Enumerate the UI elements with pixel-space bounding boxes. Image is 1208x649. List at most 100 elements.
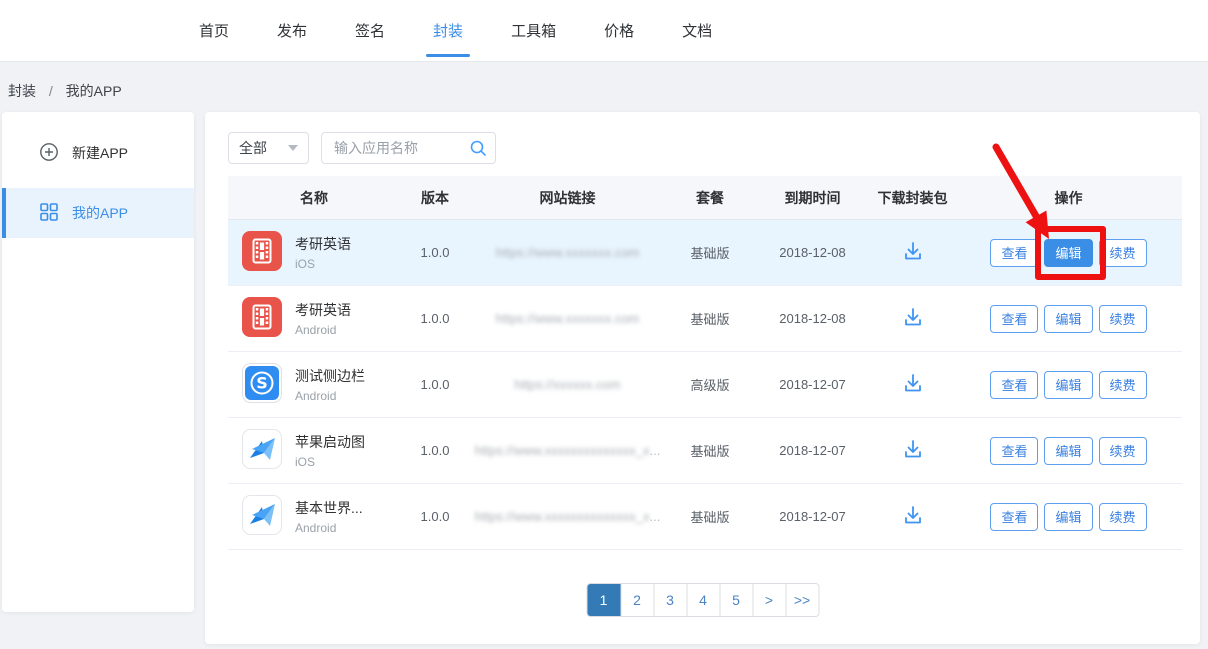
- download-icon[interactable]: [901, 239, 925, 266]
- app-package: 基础版: [665, 507, 755, 526]
- app-link-blurred: https://www.xxxxxxx.com: [496, 311, 640, 326]
- name-cell: 考研英语 Android: [228, 297, 400, 340]
- nav-tab-docs[interactable]: 文档: [682, 0, 712, 61]
- page-button-3[interactable]: 3: [653, 584, 686, 616]
- actions-cell: 查看编辑续费: [955, 371, 1182, 399]
- app-version: 1.0.0: [400, 443, 470, 458]
- actions-cell: 查看编辑续费: [955, 437, 1182, 465]
- name-cell: 基本世界... Android: [228, 495, 400, 538]
- download-icon[interactable]: [901, 437, 925, 464]
- edit-button[interactable]: 编辑: [1044, 239, 1092, 267]
- table-header: 名称版本网站链接套餐到期时间下载封装包操作: [228, 176, 1182, 220]
- app-name: 基本世界...: [295, 498, 363, 518]
- table-row: 苹果启动图iOS1.0.0https://www.xxxxxxxxxxxxxx_…: [228, 418, 1182, 484]
- page-button-2[interactable]: 2: [620, 584, 653, 616]
- download-icon[interactable]: [901, 371, 925, 398]
- breadcrumb: 封装 / 我的APP: [8, 81, 122, 101]
- app-package: 基础版: [665, 243, 755, 262]
- column-header: 操作: [955, 188, 1182, 208]
- app-link-blurred: https://xxxxxx.com: [514, 377, 620, 392]
- nav-tab-package[interactable]: 封装: [433, 0, 463, 61]
- film-red-app-icon: [242, 231, 282, 274]
- app-expire-date: 2018-12-07: [755, 377, 870, 392]
- app-link-cell: https://www.xxxxxxxxxxxxxx_x...: [470, 443, 665, 458]
- page-button-1[interactable]: 1: [587, 584, 620, 616]
- app-expire-date: 2018-12-07: [755, 443, 870, 458]
- edit-button[interactable]: 编辑: [1044, 437, 1092, 465]
- column-header: 下载封装包: [870, 188, 955, 208]
- s-blue-app-icon: S: [242, 363, 282, 406]
- actions-cell: 查看编辑续费: [955, 305, 1182, 333]
- name-cell: S测试侧边栏Android: [228, 363, 400, 406]
- app-table: 名称版本网站链接套餐到期时间下载封装包操作 考研英语iOS1.0.0https:…: [228, 176, 1182, 550]
- app-name: 苹果启动图: [295, 432, 365, 452]
- app-link-cell: https://www.xxxxxxx.com: [470, 245, 665, 260]
- column-header: 版本: [400, 188, 470, 208]
- main-panel: 全部 名称版本网站链接套餐到期时间下载封装包操作 考研英语iOS1.0.0htt…: [205, 112, 1200, 644]
- view-button[interactable]: 查看: [990, 503, 1038, 531]
- nav-tab-home[interactable]: 首页: [199, 0, 229, 61]
- column-header: 网站链接: [470, 188, 665, 208]
- film-red-app-icon: [242, 297, 282, 340]
- view-button[interactable]: 查看: [990, 437, 1038, 465]
- page-button-5[interactable]: 5: [719, 584, 752, 616]
- filter-select-value: 全部: [239, 138, 267, 158]
- column-header: 名称: [228, 188, 400, 208]
- page-button->>[interactable]: >>: [785, 584, 818, 616]
- renew-button[interactable]: 续费: [1099, 239, 1147, 267]
- table-row: 考研英语iOS1.0.0https://www.xxxxxxx.com基础版20…: [228, 220, 1182, 286]
- sidebar-item-label: 我的APP: [72, 203, 128, 223]
- page-button-4[interactable]: 4: [686, 584, 719, 616]
- app-version: 1.0.0: [400, 311, 470, 326]
- app-link-blurred: https://www.xxxxxxxxxxxxxx_x: [475, 509, 650, 524]
- nav-tab-price[interactable]: 价格: [604, 0, 634, 61]
- bird-app-icon: [242, 429, 282, 472]
- download-cell: [870, 503, 955, 530]
- download-icon[interactable]: [901, 503, 925, 530]
- nav-tab-toolbox[interactable]: 工具箱: [511, 0, 556, 61]
- app-platform: Android: [295, 389, 365, 403]
- breadcrumb-item-package[interactable]: 封装: [8, 83, 36, 99]
- bird-app-icon: [242, 495, 282, 538]
- view-button[interactable]: 查看: [990, 371, 1038, 399]
- app-package: 基础版: [665, 309, 755, 328]
- renew-button[interactable]: 续费: [1099, 437, 1147, 465]
- download-icon[interactable]: [901, 305, 925, 332]
- nav-tab-sign[interactable]: 签名: [355, 0, 385, 61]
- app-expire-date: 2018-12-08: [755, 311, 870, 326]
- search-icon[interactable]: [469, 139, 487, 157]
- breadcrumb-item-current: 我的APP: [66, 83, 122, 99]
- actions-cell: 查看编辑续费: [955, 503, 1182, 531]
- edit-button[interactable]: 编辑: [1044, 371, 1092, 399]
- sidebar-item-new-app[interactable]: 新建APP: [2, 124, 194, 182]
- grid-icon: [39, 202, 59, 225]
- nav-tab-publish[interactable]: 发布: [277, 0, 307, 61]
- app-platform: Android: [295, 521, 363, 535]
- view-button[interactable]: 查看: [990, 239, 1038, 267]
- column-header: 套餐: [665, 188, 755, 208]
- edit-button[interactable]: 编辑: [1044, 503, 1092, 531]
- filter-select[interactable]: 全部: [228, 132, 309, 164]
- app-version: 1.0.0: [400, 509, 470, 524]
- view-button[interactable]: 查看: [990, 305, 1038, 333]
- renew-button[interactable]: 续费: [1099, 371, 1147, 399]
- table-row: 基本世界... Android 1.0.0 https://www.xxxxxxxxx…: [228, 484, 1182, 550]
- renew-button[interactable]: 续费: [1099, 305, 1147, 333]
- actions-cell: 查看编辑续费: [955, 239, 1182, 267]
- sidebar: 新建APP 我的APP: [2, 112, 194, 612]
- table-body: 考研英语iOS1.0.0https://www.xxxxxxx.com基础版20…: [228, 220, 1182, 550]
- edit-button[interactable]: 编辑: [1044, 305, 1092, 333]
- top-nav: 首页发布签名封装 工具箱 价格文档: [0, 0, 1208, 61]
- page-button->[interactable]: >: [752, 584, 785, 616]
- app-platform: Android: [295, 323, 351, 337]
- app-version: 1.0.0: [400, 377, 470, 392]
- sidebar-item-my-app[interactable]: 我的APP: [2, 188, 194, 238]
- search-box: [321, 132, 496, 164]
- page-root: 首页发布签名封装工具箱价格文档 封装 / 我的APP 新建APP我的APP 全部…: [0, 0, 1208, 649]
- app-link-blurred: https://www.xxxxxxx.com: [496, 245, 640, 260]
- app-name: 考研英语: [295, 300, 351, 320]
- svg-text:S: S: [256, 374, 268, 393]
- app-package: 高级版: [665, 375, 755, 394]
- renew-button[interactable]: 续费: [1099, 503, 1147, 531]
- app-link-tail: ...: [649, 509, 660, 524]
